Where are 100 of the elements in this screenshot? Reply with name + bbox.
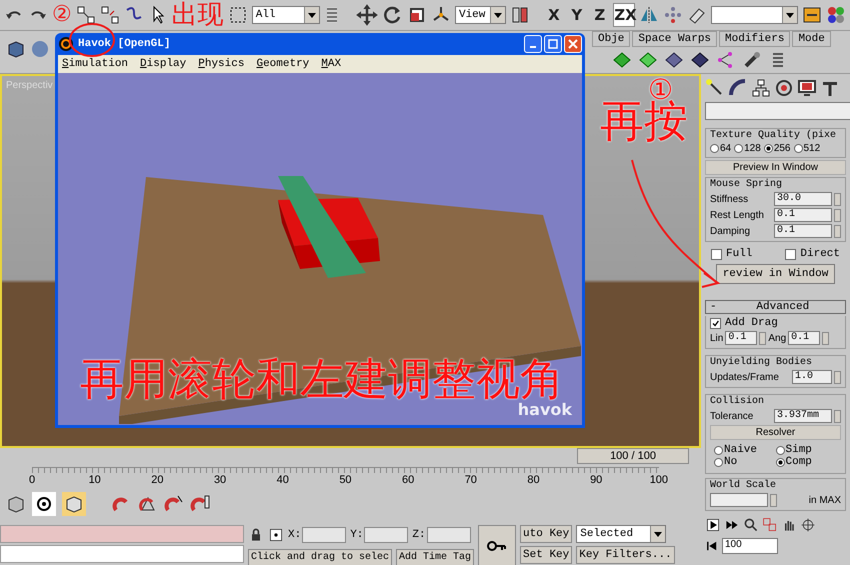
section-header: Resolver: [710, 425, 841, 440]
menu-item[interactable]: Geometry: [256, 58, 310, 70]
play-icon[interactable]: [705, 517, 721, 533]
radio-option[interactable]: 64: [710, 143, 732, 154]
hierarchy-icon[interactable]: [751, 78, 771, 98]
selection-filter-dropdown[interactable]: All: [252, 6, 320, 24]
motion-icon[interactable]: [774, 78, 794, 98]
set-key-button[interactable]: [478, 525, 516, 565]
frame-number: 30: [212, 474, 228, 486]
key-mode-dropdown[interactable]: Selected: [576, 525, 666, 543]
coordinate-label: X:: [288, 529, 302, 541]
checkbox-option[interactable]: Direct: [785, 248, 840, 260]
move-icon[interactable]: [354, 3, 379, 27]
frame-number: 0: [28, 474, 36, 486]
coordinate-field[interactable]: [302, 527, 346, 543]
spinner-field[interactable]: 0.1: [788, 331, 820, 345]
panel-tab[interactable]: Space Warps: [632, 31, 718, 47]
coordinate-field[interactable]: [426, 527, 471, 543]
object-name-field[interactable]: [705, 102, 850, 120]
reference-coordinate-dropdown[interactable]: View: [454, 6, 506, 24]
caret-icon: [308, 12, 316, 18]
radio-option[interactable]: 512: [794, 143, 820, 154]
checkbox-option[interactable]: Add Drag: [710, 317, 841, 329]
group-title: Mouse Spring: [710, 179, 784, 190]
checkbox[interactable]: [711, 248, 722, 260]
axis-constraint-button[interactable]: ZX: [613, 3, 636, 27]
field-label: Damping: [710, 226, 750, 236]
logo-text: havok: [518, 400, 572, 419]
close-icon: [568, 39, 578, 49]
auto-key-button[interactable]: uto Key: [520, 525, 572, 543]
radio-option[interactable]: 256: [764, 143, 790, 154]
spinner-field[interactable]: 30.0: [774, 192, 832, 206]
display-icon[interactable]: [797, 78, 817, 98]
status-prompt: Click and drag to selec: [248, 548, 392, 565]
rollout-header[interactable]: - Advanced: [705, 300, 846, 314]
orbit-icon[interactable]: [800, 517, 816, 533]
material-editor-icon[interactable]: [826, 5, 846, 25]
caret-icon: [494, 12, 502, 18]
menu-item[interactable]: Physics: [198, 58, 244, 70]
annotation-circle: [69, 23, 115, 57]
menu-item[interactable]: Display: [140, 58, 186, 70]
spinner-field[interactable]: 3.937mm: [774, 409, 832, 423]
link-icon[interactable]: [76, 5, 96, 25]
go-to-start-icon[interactable]: [705, 539, 719, 553]
absolute-mode-icon[interactable]: [268, 527, 284, 543]
radio-option[interactable]: Comp: [776, 456, 837, 468]
group-title: Collision: [710, 396, 766, 407]
menu-item[interactable]: Simulation: [62, 58, 128, 70]
frame-number: 100: [648, 474, 669, 486]
maxscript-input[interactable]: [0, 545, 244, 563]
field-label: Lin: [710, 332, 724, 344]
preview-button[interactable]: review in Window: [716, 264, 836, 284]
menu-item[interactable]: MAX: [321, 58, 342, 70]
radio-option[interactable]: Simp: [776, 444, 837, 456]
mirror-icon[interactable]: [639, 5, 660, 25]
time-slider[interactable]: 100 / 100: [577, 448, 689, 464]
frame-number: 40: [276, 474, 290, 486]
collapse-toggle[interactable]: -: [706, 301, 721, 313]
checkbox[interactable]: [710, 318, 721, 328]
checkbox[interactable]: [785, 248, 796, 260]
panel-tab[interactable]: Modifiers: [719, 31, 790, 47]
field-label: Tolerance: [710, 410, 754, 422]
spinner-field[interactable]: 0.1: [774, 208, 832, 222]
region-select-icon[interactable]: [228, 5, 248, 25]
minimize-button[interactable]: [524, 35, 542, 53]
radio-option[interactable]: No: [714, 456, 776, 468]
axis-constraint-button[interactable]: Y: [567, 3, 586, 27]
panel-tab[interactable]: Mode: [792, 31, 831, 47]
rollout-title: Advanced: [755, 301, 810, 313]
handwritten-annotation: 出现: [172, 2, 224, 28]
radio-option[interactable]: Naive: [714, 444, 776, 456]
radio-option[interactable]: 128: [734, 143, 761, 154]
panel-tab[interactable]: Obje: [592, 31, 630, 47]
handwritten-annotation: ②: [52, 4, 72, 26]
spinner-field[interactable]: [710, 493, 768, 507]
track-view-icon[interactable]: [802, 5, 822, 25]
coordinate-field[interactable]: [364, 527, 408, 543]
set-key-mode-button[interactable]: Set Key: [520, 546, 572, 564]
spinner-field[interactable]: 1.0: [792, 370, 832, 384]
coordinate-label: Y:: [350, 529, 364, 541]
caret-icon: [786, 12, 794, 18]
spinner-field[interactable]: 0.1: [725, 331, 758, 345]
key-filters-button[interactable]: Key Filters...: [576, 546, 675, 564]
frame-number: 50: [338, 474, 353, 486]
axis-constraint-button[interactable]: X: [544, 3, 564, 27]
zoom-icon[interactable]: [743, 517, 759, 533]
spinner-field[interactable]: 0.1: [774, 224, 832, 238]
field-label: in MAX: [808, 494, 841, 506]
maximize-button[interactable]: [544, 35, 562, 53]
current-frame-field[interactable]: 100: [722, 538, 778, 554]
group-title: World Scale: [710, 480, 778, 491]
axis-constraint-button[interactable]: Z: [590, 3, 610, 27]
checkbox-option[interactable]: Full: [711, 248, 752, 260]
rotate-icon[interactable]: [382, 5, 403, 25]
unlink-icon[interactable]: [100, 5, 120, 25]
field-label: Ang: [768, 332, 786, 344]
close-button[interactable]: [564, 35, 582, 53]
frame-number: 80: [526, 474, 541, 486]
named-selection-dropdown[interactable]: [711, 6, 798, 24]
add-time-tag-button[interactable]: Add Time Tag: [396, 548, 474, 565]
